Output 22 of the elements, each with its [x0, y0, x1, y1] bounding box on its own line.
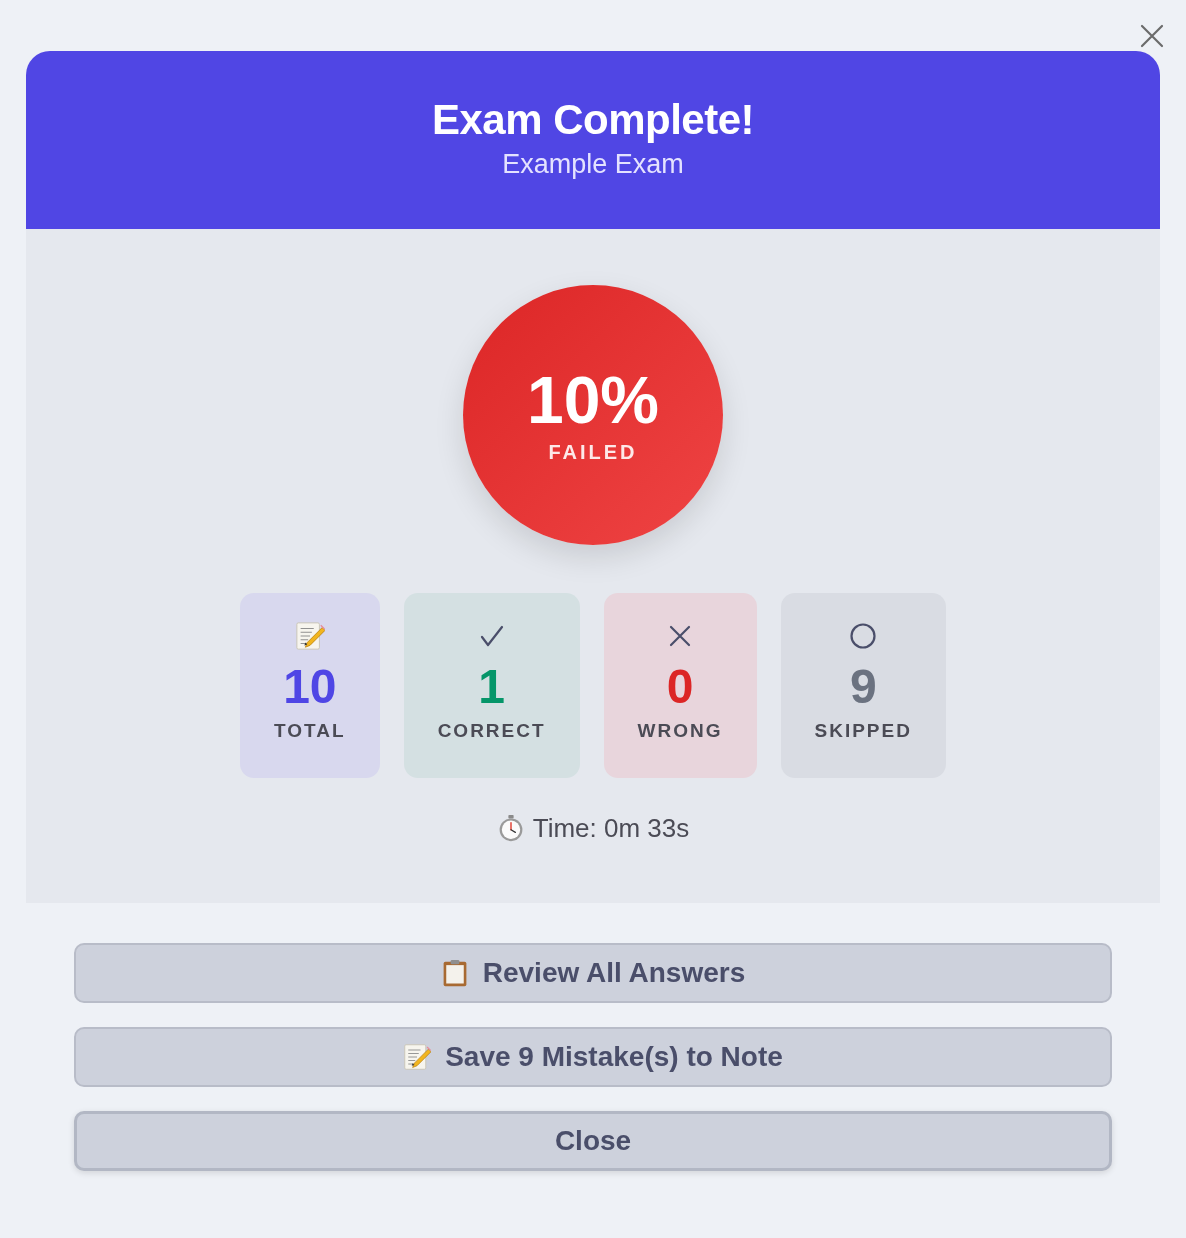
- stat-value: 9: [849, 659, 877, 715]
- cross-icon: [669, 625, 692, 647]
- stat-value: 10: [283, 659, 337, 715]
- exam-name: Example Exam: [502, 148, 684, 181]
- stat-value: 1: [478, 659, 505, 715]
- dialog-title: Exam Complete!: [431, 95, 755, 145]
- elapsed-time: Time: 0m 33s: [532, 812, 690, 844]
- circle-icon: [850, 623, 877, 649]
- close-icon[interactable]: [1140, 24, 1164, 48]
- action-button[interactable]: Close: [74, 1111, 1112, 1171]
- stat-label: WRONG: [637, 719, 723, 743]
- stat-label: SKIPPED: [814, 719, 912, 743]
- score-verdict: FAILED: [548, 440, 638, 464]
- memo-pencil-icon: [403, 1043, 432, 1071]
- score-percent: 10%: [526, 364, 660, 436]
- action-button[interactable]: Save 9 Mistake(s) to Note: [74, 1027, 1112, 1087]
- memo-pencil-icon: [294, 621, 325, 651]
- check-icon: [479, 625, 504, 647]
- stat-label: CORRECT: [437, 719, 546, 743]
- stat-label: TOTAL: [274, 719, 346, 743]
- action-button[interactable]: Review All Answers: [74, 943, 1112, 1003]
- stat-value: 0: [666, 659, 694, 715]
